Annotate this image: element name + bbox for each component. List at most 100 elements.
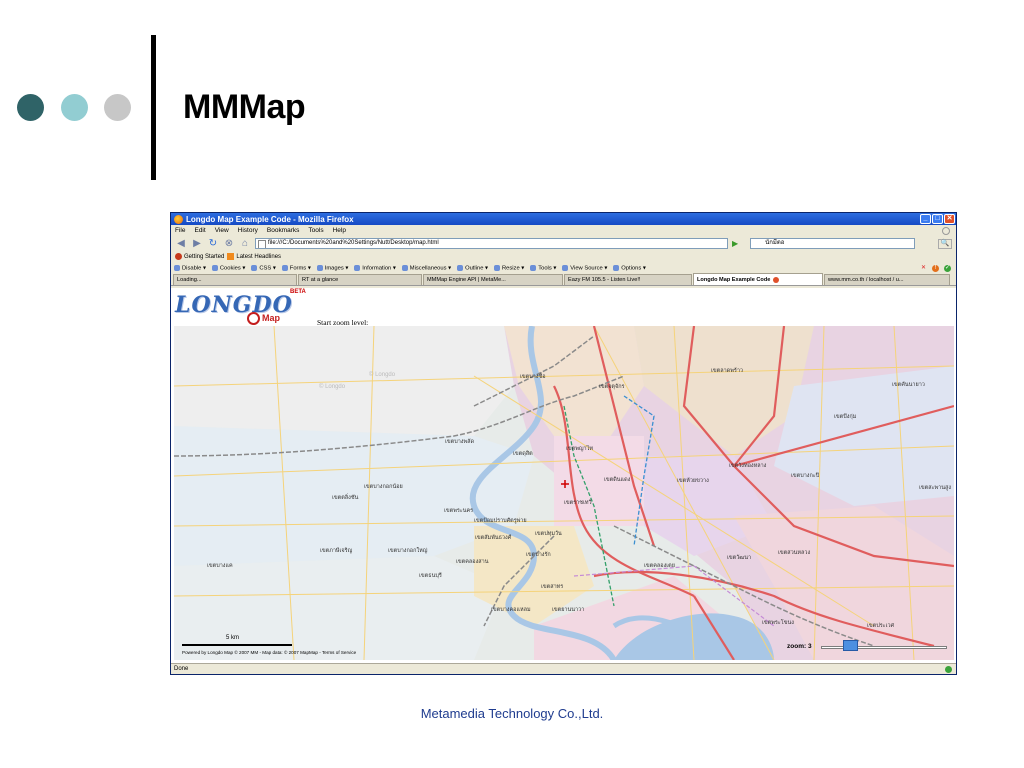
reload-button[interactable]: ↻ [207,238,219,249]
map-attribution[interactable]: Powered by Longdo Map © 2007 MM - Map da… [182,650,356,655]
dev-tools[interactable]: Tools ▾ [530,265,556,271]
map-scale-bar [182,644,292,646]
district-label: เขตสัมพันธวงศ์ [475,534,512,541]
stop-button[interactable]: ⊗ [223,238,235,249]
web-developer-toolbar: Disable ▾ Cookies ▾ CSS ▾ Forms ▾ Images… [171,262,956,274]
tab-mmmap-engine-api[interactable]: MMMap Engine API | MetaMe... [423,274,563,285]
status-text: Done [174,666,189,672]
map-tiles: © Longdo © Longdo เขตบางซื่อ เขตจตุจักร … [174,326,954,660]
tab-mm-localhost[interactable]: www.mm.co.th / localhost / u... [824,274,950,285]
district-label: เขตพญาไท [566,445,593,452]
beta-badge: BETA [290,289,306,295]
home-button[interactable]: ⌂ [239,238,251,249]
district-label: เขตบางกะปิ [791,472,820,479]
district-label: เขตบางรัก [526,551,551,558]
close-tab-icon[interactable] [773,276,780,283]
district-label: เขตลาดพร้าว [711,367,743,374]
district-label: เขตปทุมวัน [535,530,562,537]
bookmarks-toolbar: Getting Started Latest Headlines [171,251,956,262]
warning-icon[interactable]: ! [932,264,939,272]
tab-rt-at-a-glance[interactable]: RT at a glance [298,274,422,285]
go-button[interactable]: ▶ [732,239,738,248]
menu-history[interactable]: History [238,227,258,234]
close-window-button[interactable]: ✕ [944,214,955,224]
tab-bar: Loading... RT at a glance MMMap Engine A… [171,273,956,286]
district-label: เขตวัฒนา [727,554,751,561]
menu-help[interactable]: Help [333,227,346,234]
map-watermark: © Longdo [319,383,346,390]
maximize-button[interactable]: □ [932,214,943,224]
slide-footer: Metamedia Technology Co.,Ltd. [420,706,604,721]
firefox-window: Longdo Map Example Code - Mozilla Firefo… [170,212,957,675]
district-label: เขตบางแค [207,563,233,569]
dev-options[interactable]: Options ▾ [613,265,646,271]
district-label: เขตสวนหลวง [778,549,811,556]
district-label: เขตสะพานสูง [919,484,951,491]
menu-file[interactable]: File [175,227,185,234]
district-label: เขตธนบุรี [419,572,442,579]
window-title: Longdo Map Example Code - Mozilla Firefo… [186,214,354,224]
district-label: เขตบางกอกใหญ่ [388,547,428,554]
district-label: เขตดุสิต [513,450,533,457]
dev-outline[interactable]: Outline ▾ [457,265,488,271]
forward-button[interactable]: ▶ [191,238,203,249]
district-label: เขตพระนคร [444,508,473,514]
district-label: เขตคลองเตย [644,563,675,569]
map-watermark: © Longdo [369,371,396,378]
district-label: เขตคันนายาว [892,381,925,388]
menu-view[interactable]: View [215,227,229,234]
dev-css[interactable]: CSS ▾ [251,265,275,271]
valid-icon[interactable]: ✓ [944,264,951,272]
address-bar[interactable]: file:///C:/Documents%20and%20Settings/Nu… [255,238,728,249]
menu-edit[interactable]: Edit [194,227,205,234]
dev-resize[interactable]: Resize ▾ [494,265,524,271]
district-label: เขตราชเทวี [564,499,592,506]
menu-bookmarks[interactable]: Bookmarks [267,227,300,234]
tab-loading[interactable]: Loading... [173,274,297,285]
search-input[interactable]: นักมีตอ [750,238,916,249]
navigation-toolbar: ◀ ▶ ↻ ⊗ ⌂ file:///C:/Documents%20and%20S… [171,236,956,251]
decor-dot-teal [61,94,88,121]
error-icon[interactable]: ✕ [920,265,927,272]
dev-miscellaneous[interactable]: Miscellaneous ▾ [402,265,451,271]
bookmark-icon [175,252,182,260]
dev-cookies[interactable]: Cookies ▾ [212,265,245,271]
decor-dot-dark [17,94,44,121]
dev-forms[interactable]: Forms ▾ [282,265,311,271]
search-icon[interactable]: 🔍 [938,238,952,249]
rss-icon [227,252,235,260]
district-label: เขตคลองสาน [456,558,489,565]
bookmark-getting-started[interactable]: Getting Started [175,252,224,260]
back-button[interactable]: ◀ [175,238,187,249]
tab-longdo-map-example[interactable]: Longdo Map Example Code [693,273,823,285]
menu-tools[interactable]: Tools [308,227,323,234]
district-label: เขตดินแดง [604,476,631,483]
district-label: เขตบางซื่อ [520,372,546,380]
logo-map-label: Map [247,312,280,325]
status-ok-icon [945,666,952,673]
menu-bar: File Edit View History Bookmarks Tools H… [171,225,956,236]
throbber-icon [942,226,950,235]
dev-images[interactable]: Images ▾ [317,265,349,271]
district-label: เขตวังทองหลาง [729,462,767,469]
zoom-slider-handle[interactable] [843,640,859,651]
minimize-button[interactable]: _ [920,214,931,224]
district-label: เขตสาทร [541,583,563,590]
decor-dot-grey [104,94,131,121]
district-label: เขตป้อมปราบศัตรูพ่าย [474,517,527,524]
dev-view-source[interactable]: View Source ▾ [562,265,607,271]
status-bar: Done [171,663,956,674]
dev-disable[interactable]: Disable ▾ [174,265,206,271]
zoom-label: zoom: 3 [787,643,812,650]
dev-information[interactable]: Information ▾ [354,265,396,271]
district-label: เขตบางกอกน้อย [364,483,403,490]
district-label: เขตยานนาวา [552,607,584,613]
zoom-slider-track[interactable] [821,646,947,649]
map-canvas[interactable]: © Longdo © Longdo เขตบางซื่อ เขตจตุจักร … [174,326,954,660]
page-content: LONGDO BETA Map Start zoom level: © Long… [171,288,956,664]
district-label: เขตประเวศ [867,622,895,629]
bookmark-latest-headlines[interactable]: Latest Headlines [227,252,281,260]
district-label: เขตจตุจักร [599,383,625,390]
district-label: เขตบางคอแหลม [491,607,531,613]
tab-eazy-fm[interactable]: Eazy FM 105.5 - Listen Live!! [564,274,692,285]
